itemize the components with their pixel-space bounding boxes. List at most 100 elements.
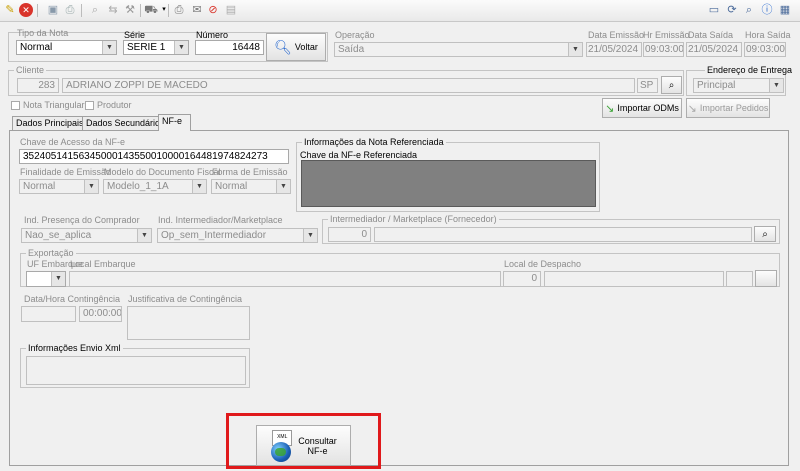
cliente-search-button[interactable]: ⌕ xyxy=(661,76,682,94)
refresh-icon[interactable]: ⟳ xyxy=(725,3,739,17)
local-despacho-button[interactable] xyxy=(755,270,777,287)
contingencia-time-input[interactable]: 00:00:00 xyxy=(79,306,122,322)
print-icon[interactable]: ⎙ xyxy=(63,3,77,17)
chevron-down-icon[interactable]: ▼ xyxy=(102,41,116,54)
serie-select[interactable]: SERIE 1 ▼ xyxy=(123,40,189,55)
hora-saida-input[interactable]: 09:03:00 xyxy=(744,42,786,57)
serie-label: Série xyxy=(124,30,146,40)
importar-pedidos-button[interactable]: ↘ Importar Pedidos xyxy=(686,98,770,118)
voltar-button[interactable]: 🔍︎ Voltar xyxy=(266,33,326,61)
chevron-down-icon[interactable]: ▼ xyxy=(192,180,206,193)
local-despacho-extra-input[interactable] xyxy=(726,271,753,287)
chevron-down-icon[interactable]: ▼ xyxy=(51,272,65,286)
contingencia-date-input[interactable] xyxy=(21,306,76,322)
xml-globe-icon: XML xyxy=(270,429,293,462)
chevron-down-icon[interactable]: ▼ xyxy=(84,180,98,193)
tipo-nota-select[interactable]: Normal ▼ xyxy=(16,40,117,55)
finalidade-label: Finalidade de Emissão xyxy=(20,167,112,177)
chave-ref-textarea[interactable] xyxy=(301,160,596,207)
car-icon[interactable]: ⛟ xyxy=(144,3,158,17)
justificativa-textarea[interactable] xyxy=(127,306,250,340)
chave-input[interactable]: 3524051415634500014355001000016448197482… xyxy=(19,149,289,164)
forma-select[interactable]: Normal ▼ xyxy=(211,179,291,194)
importar-odms-label: Importar ODMs xyxy=(617,103,679,113)
chevron-down-icon[interactable]: ▼ xyxy=(303,229,317,242)
forma-value: Normal xyxy=(215,181,248,192)
finalidade-select[interactable]: Normal ▼ xyxy=(19,179,99,194)
produtor-label: Produtor xyxy=(97,100,132,110)
endereco-label: Endereço de Entrega xyxy=(705,65,795,75)
search2-icon[interactable]: ⌕ xyxy=(742,3,756,17)
globe-land xyxy=(275,447,287,456)
cliente-code-input[interactable]: 283 xyxy=(17,78,59,93)
nota-triangular-label: Nota Triangular xyxy=(23,100,85,110)
hr-emissao-input[interactable]: 09:03:00 xyxy=(643,42,684,57)
intermed-code-input[interactable]: 0 xyxy=(328,227,371,242)
envio-xml-label: Informações Envio Xml xyxy=(26,343,123,353)
intermed-name-input[interactable] xyxy=(374,227,752,242)
envio-xml-textarea[interactable] xyxy=(26,356,246,385)
tab-dados-principais[interactable]: Dados Principais xyxy=(12,116,88,130)
modelo-label: Modelo do Documento Fiscal xyxy=(104,167,221,177)
intermed-fornecedor-label: Intermediador / Marketplace (Fornecedor) xyxy=(328,214,499,224)
info-icon[interactable]: ⓘ xyxy=(760,3,774,17)
chevron-down-icon[interactable]: ▼ xyxy=(769,79,783,92)
produtor-checkbox[interactable] xyxy=(85,101,94,110)
operacao-label: Operação xyxy=(335,30,375,40)
numero-label: Número xyxy=(196,30,229,40)
importar-pedidos-label: Importar Pedidos xyxy=(699,103,769,113)
uf-embarque-select[interactable]: ▼ xyxy=(26,271,66,287)
toolbar-separator xyxy=(81,4,82,17)
toolbar-separator xyxy=(37,4,38,17)
operacao-select[interactable]: Saída ▼ xyxy=(334,42,583,57)
chevron-down-icon[interactable]: ▼ xyxy=(568,43,582,56)
block-icon[interactable]: ⊘ xyxy=(206,3,220,17)
serie-value: SERIE 1 xyxy=(127,42,166,53)
data-saida-label: Data Saída xyxy=(688,30,734,40)
printer-icon[interactable]: ⎙ xyxy=(172,3,186,17)
window-icon[interactable]: ▭ xyxy=(707,3,721,17)
endereco-select[interactable]: Principal ▼ xyxy=(693,78,784,93)
chevron-down-icon[interactable]: ▼ xyxy=(276,180,290,193)
cliente-name-input[interactable]: ADRIANO ZOPPI DE MACEDO xyxy=(62,78,635,93)
cancel-icon[interactable]: ✕ xyxy=(19,3,33,17)
grid-icon[interactable]: ▦ xyxy=(778,3,792,17)
toolbar-separator xyxy=(168,4,169,17)
toolbar: ✎ ✕ ▣ ⎙ ⌕ ⇆ ⚒ ⛟ ▾ ⎙ ✉ ⊘ ▤ ▭ ⟳ ⌕ ⓘ ▦ xyxy=(0,0,800,22)
nota-triangular-checkbox[interactable] xyxy=(11,101,20,110)
consultar-line1: Consultar xyxy=(298,435,337,446)
consultar-nfe-button[interactable]: XML Consultar NF-e xyxy=(256,425,351,466)
data-emissao-input[interactable]: 21/05/2024 xyxy=(586,42,642,57)
tab-dados-secundarios[interactable]: Dados Secundários xyxy=(82,116,169,130)
list-icon[interactable]: ▤ xyxy=(224,3,238,17)
save-icon[interactable]: ▣ xyxy=(46,3,60,17)
presenca-select[interactable]: Nao_se_aplica ▼ xyxy=(21,228,152,243)
tools-icon[interactable]: ⚒ xyxy=(123,3,137,17)
data-saida-input[interactable]: 21/05/2024 xyxy=(686,42,742,57)
intermed-search-button[interactable]: ⌕ xyxy=(754,226,776,242)
intermediador-select[interactable]: Op_sem_Intermediador ▼ xyxy=(157,228,318,243)
consultar-line2: NF-e xyxy=(307,445,328,456)
chevron-down-icon[interactable]: ▼ xyxy=(174,41,188,54)
local-despacho-code-input[interactable]: 0 xyxy=(503,271,541,287)
numero-input[interactable]: 16448 xyxy=(195,40,264,55)
toolbar-separator xyxy=(140,4,141,17)
modelo-value: Modelo_1_1A xyxy=(107,181,169,192)
hora-saida-label: Hora Saída xyxy=(745,30,791,40)
transfer-icon[interactable]: ⇆ xyxy=(106,3,120,17)
tab-nfe[interactable]: NF-e xyxy=(158,114,191,131)
hr-emissao-label: Hr Emissão xyxy=(643,30,690,40)
search-icon[interactable]: ⌕ xyxy=(88,3,102,17)
importar-odms-button[interactable]: ↘ Importar ODMs xyxy=(602,98,682,118)
presenca-label: Ind. Presença do Comprador xyxy=(24,215,140,225)
modelo-select[interactable]: Modelo_1_1A ▼ xyxy=(103,179,207,194)
chevron-down-icon[interactable]: ▼ xyxy=(137,229,151,242)
presenca-value: Nao_se_aplica xyxy=(25,230,92,241)
cliente-uf-input[interactable]: SP xyxy=(637,78,658,93)
local-embarque-input[interactable] xyxy=(69,271,501,287)
email-icon[interactable]: ✉ xyxy=(190,3,204,17)
pencil-icon[interactable]: ✎ xyxy=(3,3,17,17)
import-icon: ↘ xyxy=(687,102,697,115)
local-despacho-name-input[interactable] xyxy=(544,271,724,287)
justificativa-label: Justificativa de Contingência xyxy=(128,294,243,304)
